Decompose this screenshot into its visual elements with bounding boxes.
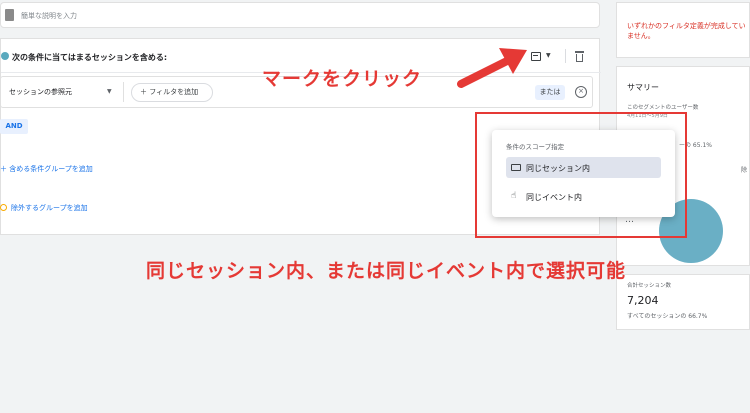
add-exclude-group-link[interactable]: 除外するグループを追加 bbox=[0, 203, 88, 213]
caret-down-icon: ▼ bbox=[546, 52, 551, 59]
description-input[interactable]: 簡単な説明を入力 bbox=[21, 11, 77, 21]
total-sessions-percentage: すべてのセッションの 66.7% bbox=[627, 313, 708, 320]
total-sessions-label: 合計セッション数 bbox=[627, 283, 672, 289]
dimension-select[interactable]: セッションの参照元 bbox=[9, 87, 72, 97]
and-button[interactable]: AND bbox=[0, 119, 28, 134]
document-icon bbox=[5, 9, 14, 21]
exclude-fragment: 除 bbox=[741, 167, 748, 174]
filter-row-divider bbox=[123, 82, 124, 102]
total-sessions-card: 合計セッション数 7,204 すべてのセッションの 66.7% bbox=[616, 274, 750, 330]
total-sessions-value: 7,204 bbox=[627, 294, 659, 307]
annotation-arrow-icon bbox=[457, 48, 527, 88]
header-divider bbox=[565, 49, 566, 63]
chevron-down-icon[interactable]: ▼ bbox=[107, 88, 112, 95]
add-filter-button[interactable]: ＋ フィルタを追加 bbox=[131, 83, 213, 102]
or-button[interactable]: または bbox=[535, 85, 565, 100]
trash-icon[interactable] bbox=[575, 51, 584, 62]
segment-users-label: このセグメントのユーザー数 bbox=[627, 105, 699, 111]
annotation-click-mark: マークをクリック bbox=[262, 68, 423, 90]
highlight-box bbox=[475, 112, 687, 238]
condition-group-title: 次の条件に当てはまるセッションを含める: bbox=[12, 53, 168, 62]
annotation-scope-note: 同じセッション内、または同じイベント内で選択可能 bbox=[146, 260, 627, 282]
description-bar[interactable]: 簡単な説明を入力 bbox=[0, 2, 600, 28]
add-include-group-link[interactable]: ＋ 含める条件グループを追加 bbox=[0, 164, 93, 174]
close-icon[interactable]: × bbox=[575, 86, 587, 98]
exclude-group-label[interactable]: 除外するグループを追加 bbox=[11, 204, 88, 212]
validation-alert: いずれかのフィルタ定義が完成していません。 bbox=[616, 2, 750, 58]
exclude-dot-icon bbox=[0, 204, 7, 211]
segment-color-dot bbox=[1, 52, 9, 60]
summary-title: サマリー bbox=[627, 83, 659, 92]
alert-text: いずれかのフィルタ定義が完成していません。 bbox=[627, 22, 746, 40]
